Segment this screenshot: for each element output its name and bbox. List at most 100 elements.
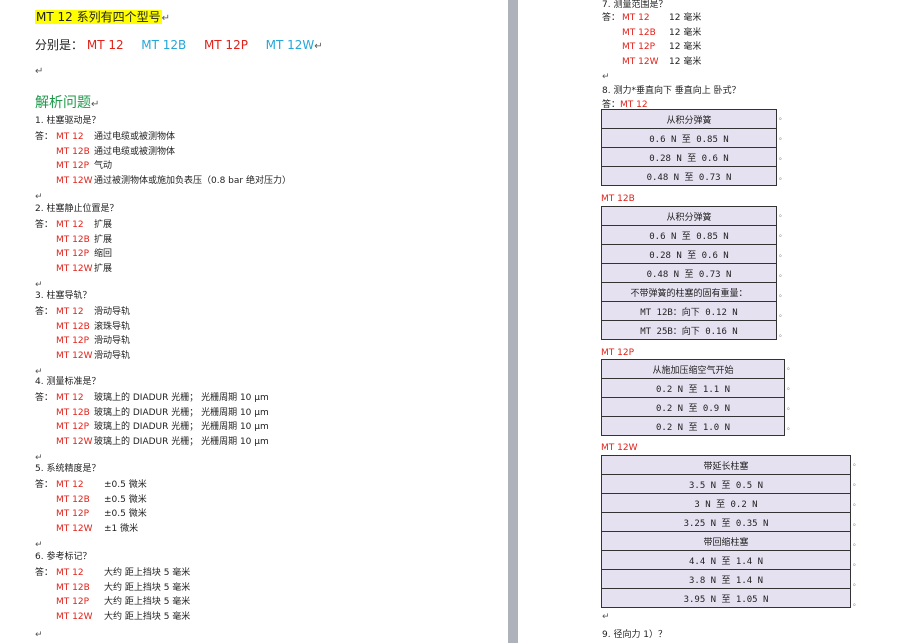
answer-line: MT 12W ±1 微米 (35, 524, 138, 535)
table-cell: 3.5 N 至 0.5 N (601, 474, 851, 494)
question-text: 5. 系统精度是？ (35, 464, 101, 474)
cell-end-mark: 。 (853, 579, 860, 587)
answer-text: 12 毫米 (669, 42, 702, 52)
table-cell: 带回缩柱塞 (601, 531, 851, 551)
answer-model: MT 12P (56, 336, 90, 346)
answer-text: 通过电缆或被测物体 (94, 146, 176, 157)
cell-end-mark: 。 (853, 559, 860, 567)
answer-text: 滑动导轨 (94, 350, 131, 361)
answer-text: 玻璃上的 DIADUR 光栅； 光栅周期 10 μm (94, 393, 269, 403)
question-text: 1. 柱塞驱动是？ (35, 116, 101, 126)
model-label: MT 12W (265, 38, 315, 52)
table-cell: 从积分弹簧 (601, 206, 777, 226)
answer-line: 答： MT 12 扩展 (35, 220, 112, 231)
table-cell: 0.2 N 至 1.0 N (601, 416, 785, 436)
cell-end-mark: 。 (779, 270, 786, 278)
answer-prefix: 答： (602, 13, 621, 23)
question-7: 7. 测量范围是？ (602, 0, 668, 10)
force-table: 从施加压缩空气开始 0.2 N 至 1.1 N 0.2 N 至 0.9 N 0.2 N… (601, 359, 785, 436)
cell-end-mark: 。 (779, 153, 786, 161)
table-cell: MT 12B：向下 0.12 N (601, 301, 777, 321)
cell-end-mark: 。 (853, 499, 860, 507)
force-table: 从积分弹簧 0.6 N 至 0.85 N 0.28 N 至 0.6 N 0.48 N … (601, 206, 777, 340)
cell-end-mark: 。 (853, 519, 860, 527)
table-model-label: MT 12W (601, 443, 638, 453)
table-cell: 0.48 N 至 0.73 N (601, 263, 777, 283)
answer-model: MT 12P (56, 509, 90, 519)
table-cell: 3.25 N 至 0.35 N (601, 512, 851, 532)
answer-model: MT 12B (56, 146, 90, 157)
table-cell: 3 N 至 0.2 N (601, 493, 851, 513)
question-8: 8. 测力*垂直向下 垂直向上 卧式？ (602, 86, 741, 96)
cell-end-mark: 。 (787, 423, 794, 431)
cell-end-mark: 。 (779, 113, 786, 121)
answer-model: MT 12 (56, 132, 84, 142)
answer-text: ±0.5 微米 (104, 494, 147, 505)
answer-line: MT 12B ±0.5 微米 (35, 495, 147, 506)
model-label: MT 12P (203, 38, 248, 52)
question-text: 2. 柱塞静止位置是？ (35, 204, 119, 214)
answer-model: MT 12B (56, 234, 90, 245)
model-label: MT 12 (86, 38, 124, 52)
force-table: 从积分弹簧 0.6 N 至 0.85 N 0.28 N 至 0.6 N 0.48 N … (601, 109, 777, 186)
cell-end-mark: 。 (779, 250, 786, 258)
answer-line: MT 12W 通过被测物体或施加负表压（0.8 bar 绝对压力） (35, 176, 291, 187)
section-heading: 解析问题↵ (35, 95, 100, 111)
force-table: 带延长柱塞 3.5 N 至 0.5 N3 N 至 0.2 N 3.25 N 至 0.… (601, 455, 851, 608)
answer-prefix: 答： (35, 220, 54, 230)
answer-line: MT 12W 大约 距上挡块 5 毫米 (35, 612, 190, 623)
table-cell: 带延长柱塞 (601, 455, 851, 475)
answer-text: 气动 (94, 161, 113, 171)
answer-model: MT 12P (56, 597, 90, 607)
model-label: MT 12B (141, 38, 187, 52)
answer-line: MT 12B 大约 距上挡块 5 毫米 (35, 583, 190, 594)
answer-prefix: 答： (35, 307, 54, 317)
answer-model: MT 12 (56, 307, 84, 317)
cell-end-mark: 。 (853, 479, 860, 487)
answer-model: MT 12 (622, 13, 650, 23)
answer-model: MT 12P (622, 42, 656, 52)
document-page-right: 7. 测量范围是？ 答： MT 12 12 毫米 MT 12B 12 毫米 MT 12P 1… (518, 0, 912, 643)
answer-model: MT 12B (56, 494, 90, 505)
answer-text: 通过被测物体或施加负表压（0.8 bar 绝对压力） (94, 175, 291, 186)
answer-text: 玻璃上的 DIADUR 光栅； 光栅周期 10 μm (94, 422, 269, 432)
table-cell: 0.28 N 至 0.6 N (601, 244, 777, 264)
paragraph-mark: ↵ (602, 612, 610, 622)
answer-text: ±1 微米 (104, 523, 139, 534)
paragraph-mark: ↵ (602, 72, 610, 82)
table-cell: 0.6 N 至 0.85 N (601, 128, 777, 148)
table-cell: 3.95 N 至 1.05 N (601, 588, 851, 608)
answer-text: 滚珠导轨 (94, 321, 131, 332)
paragraph-mark: ↵ (35, 66, 44, 77)
page-gutter (508, 0, 518, 643)
table-cell: 不带弹簧的柱塞的固有重量： (601, 282, 777, 302)
paragraph-mark: ↵ (35, 453, 43, 463)
cell-end-mark: 。 (779, 310, 786, 318)
cell-end-mark: 。 (853, 599, 860, 607)
question-text: 6. 参考标记？ (35, 552, 92, 562)
answer-text: 缩回 (94, 249, 113, 259)
answer-model: MT 12 (56, 480, 84, 490)
answer-text: 大约 距上挡块 5 毫米 (104, 597, 191, 607)
question-text: 3. 柱塞导轨？ (35, 291, 92, 301)
answer-text: 大约 距上挡块 5 毫米 (104, 582, 191, 593)
question-9: 9. 径向力 1）？ (602, 630, 668, 640)
answer-model: MT 12W (56, 523, 93, 534)
answer-model: MT 12W (56, 436, 93, 447)
answer-line: 答： MT 12 ±0.5 微米 (35, 480, 147, 491)
answer-line: MT 12W 玻璃上的 DIADUR 光栅； 光栅周期 10 μm (35, 437, 269, 448)
answer-model: MT 12W (56, 611, 93, 622)
answer-model: MT 12P (56, 249, 90, 259)
answer-model: MT 12P (56, 161, 90, 171)
answer-text: 玻璃上的 DIADUR 光栅； 光栅周期 10 μm (94, 436, 269, 447)
answer-line: MT 12W 扩展 (35, 264, 112, 275)
table-cell: 0.48 N 至 0.73 N (601, 166, 777, 186)
paragraph-mark: ↵ (35, 192, 43, 202)
answer-line: MT 12B 通过电缆或被测物体 (35, 147, 175, 158)
answer-text: 12 毫米 (669, 56, 702, 67)
answer-prefix: 答： (35, 480, 54, 490)
paragraph-mark: ↵ (35, 280, 43, 290)
table-cell: 0.2 N 至 0.9 N (601, 397, 785, 417)
document-page-left: MT 12 系列有四个型号↵ 分别是： MT 12 MT 12B MT 12P … (0, 0, 508, 643)
models-line: 分别是： MT 12 MT 12B MT 12P MT 12W↵ (35, 38, 323, 52)
